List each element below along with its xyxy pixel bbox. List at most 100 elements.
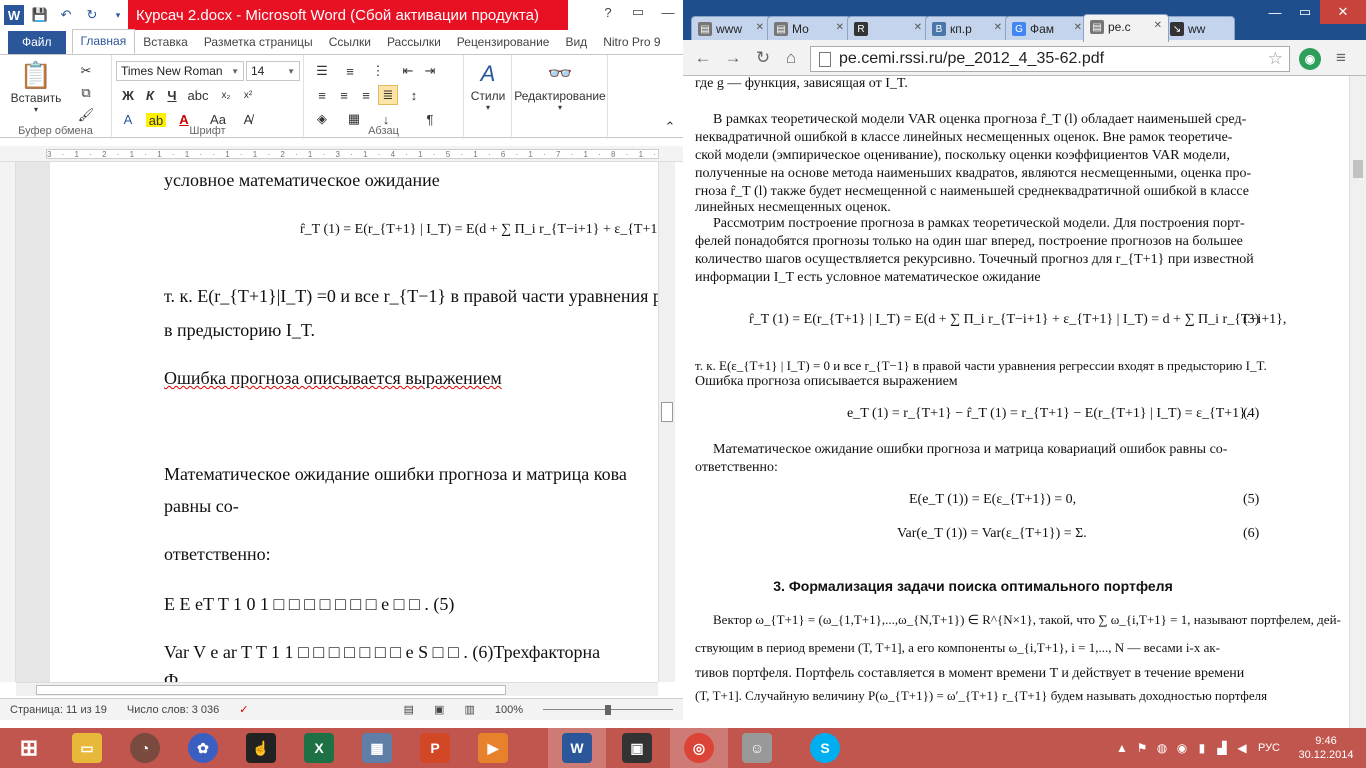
horizontal-ruler[interactable]: 3 · 1 · 2 · 1 · 1 · 1 · · 1 · 1 · 2 · 1 … [0, 146, 683, 162]
restore-icon[interactable]: ▭ [1290, 0, 1320, 24]
close-icon[interactable]: ✕ [756, 22, 764, 33]
taskbar-app-media[interactable]: ▶ [464, 728, 522, 768]
italic-button[interactable]: К [140, 85, 160, 105]
save-icon[interactable]: 💾 [30, 5, 50, 25]
browser-tab[interactable]: ▤ Мо ✕ [767, 16, 851, 42]
pdf-content[interactable]: где g — функция, зависящая от I_T. В рам… [683, 76, 1349, 728]
close-icon[interactable]: ✕ [836, 22, 844, 33]
horizontal-scrollbar[interactable] [16, 682, 658, 696]
print-layout-icon[interactable]: ▣ [424, 703, 454, 716]
tab-page-layout[interactable]: Разметка страницы [196, 31, 321, 54]
vertical-ruler[interactable] [0, 162, 16, 682]
language-indicator[interactable]: РУС [1252, 742, 1286, 754]
minimize-icon[interactable]: — [653, 0, 683, 24]
line-spacing-icon[interactable]: ↕ [404, 85, 424, 105]
strikethrough-icon[interactable]: abc [188, 85, 209, 105]
decrease-indent-icon[interactable]: ⇤ [398, 61, 418, 81]
tray-app-icon[interactable]: ◉ [1172, 741, 1192, 755]
taskbar-app-word[interactable]: W [548, 728, 606, 768]
tab-references[interactable]: Ссылки [321, 31, 379, 54]
document-page[interactable]: условное математическое ожидание r̂_T (1… [50, 162, 658, 682]
align-left-icon[interactable]: ≡ [312, 85, 332, 105]
taskbar-app-1[interactable]: ◔ [116, 728, 174, 768]
numbering-icon[interactable]: ≡ [340, 61, 360, 81]
word-count[interactable]: Число слов: 3 036 [117, 704, 229, 716]
network-icon[interactable]: ▟ [1212, 741, 1232, 755]
bold-button[interactable]: Ж [118, 85, 138, 105]
taskbar-app-skype[interactable]: S [796, 728, 854, 768]
justify-icon[interactable]: ≣ [378, 85, 398, 105]
bullets-icon[interactable]: ☰ [312, 61, 332, 81]
flag-icon[interactable]: ⚑ [1132, 741, 1152, 755]
font-name-select[interactable]: Times New Roman ▼ [116, 61, 244, 81]
taskbar-app-4[interactable]: ▣ [608, 728, 666, 768]
close-icon[interactable]: ✕ [1154, 20, 1162, 31]
redo-icon[interactable]: ↻ [82, 5, 102, 25]
browser-tab[interactable]: ↘ ww [1163, 16, 1235, 42]
browser-tab[interactable]: R ✕ [847, 16, 929, 42]
volume-icon[interactable]: ◀ [1232, 741, 1252, 755]
tab-home[interactable]: Главная [71, 29, 136, 54]
extension-icon[interactable]: ◉ [1299, 48, 1321, 70]
proofing-icon[interactable]: ✓ [229, 703, 258, 716]
taskbar-app-2[interactable]: ✿ [174, 728, 232, 768]
home-icon[interactable]: ⌂ [781, 48, 801, 68]
start-button[interactable]: ⊞ [0, 728, 58, 768]
zoom-slider[interactable] [533, 704, 683, 715]
address-bar[interactable]: pe.cemi.rssi.ru/pe_2012_4_35-62.pdf ☆ [810, 46, 1290, 72]
format-painter-icon[interactable]: 🖌 [76, 105, 96, 125]
align-right-icon[interactable]: ≡ [356, 85, 376, 105]
taskbar-app-excel[interactable]: X [290, 728, 348, 768]
taskbar-app-explorer[interactable]: ▭ [58, 728, 116, 768]
reload-icon[interactable]: ↻ [753, 48, 773, 68]
scroll-thumb[interactable] [661, 402, 673, 422]
undo-icon[interactable]: ↶ [56, 5, 76, 25]
pdf-scrollbar[interactable] [1349, 76, 1366, 728]
minimize-icon[interactable]: — [1260, 0, 1290, 24]
paste-button[interactable]: 📋 Вставить ▾ [8, 59, 64, 114]
close-icon[interactable]: ✕ [994, 22, 1002, 33]
subscript-icon[interactable]: x₂ [216, 85, 236, 105]
align-center-icon[interactable]: ≡ [334, 85, 354, 105]
taskbar-app-calculator[interactable]: ▦ [348, 728, 406, 768]
tab-insert[interactable]: Вставка [135, 31, 196, 54]
web-layout-icon[interactable]: ▥ [454, 703, 484, 716]
back-icon[interactable]: ← [693, 48, 713, 68]
collapse-ribbon-icon[interactable]: ⌃ [660, 117, 680, 137]
taskbar-app-chrome[interactable]: ◎ [670, 728, 728, 768]
zoom-level[interactable]: 100% [485, 704, 533, 716]
close-icon[interactable]: ✕ [1074, 22, 1082, 33]
tab-nitro[interactable]: Nitro Pro 9 [595, 31, 668, 54]
browser-tab[interactable]: ▤ www ✕ [691, 16, 771, 42]
word-app-icon[interactable]: W [4, 5, 24, 25]
font-size-select[interactable]: 14 ▼ [246, 61, 300, 81]
customize-qat-icon[interactable]: ▾ [108, 5, 128, 25]
close-icon[interactable]: ✕ [914, 22, 922, 33]
tray-expand-icon[interactable]: ▲ [1112, 741, 1132, 755]
superscript-icon[interactable]: x² [238, 85, 258, 105]
help-icon[interactable]: ? [593, 0, 623, 24]
tab-review[interactable]: Рецензирование [449, 31, 558, 54]
underline-button[interactable]: Ч [162, 85, 182, 105]
tab-file[interactable]: Файл [8, 31, 66, 54]
browser-tab-active[interactable]: ▤ pe.c ✕ [1083, 14, 1169, 42]
copy-icon[interactable]: ⧉ [76, 83, 96, 103]
bookmark-star-icon[interactable]: ☆ [1268, 49, 1283, 69]
forward-icon[interactable]: → [723, 48, 743, 68]
tab-view[interactable]: Вид [557, 31, 595, 54]
scroll-thumb[interactable] [36, 685, 506, 695]
ribbon-options-icon[interactable]: ▭ [623, 0, 653, 24]
taskbar-app-powerpoint[interactable]: P [406, 728, 464, 768]
browser-tab[interactable]: Bкп.р ✕ [925, 16, 1009, 42]
tray-app-icon[interactable]: ◍ [1152, 741, 1172, 755]
taskbar-app-3[interactable]: ☝ [232, 728, 290, 768]
increase-indent-icon[interactable]: ⇥ [420, 61, 440, 81]
page-count[interactable]: Страница: 11 из 19 [0, 704, 117, 716]
clock[interactable]: 9:46 30.12.2014 [1286, 734, 1366, 762]
menu-icon[interactable]: ≡ [1331, 48, 1351, 68]
scroll-thumb[interactable] [1353, 160, 1363, 178]
taskbar-app-5[interactable]: ☺ [728, 728, 786, 768]
close-icon[interactable]: ✕ [1320, 0, 1366, 24]
styles-button[interactable]: A Стили ▾ [466, 59, 510, 112]
read-mode-icon[interactable]: ▤ [394, 703, 424, 716]
